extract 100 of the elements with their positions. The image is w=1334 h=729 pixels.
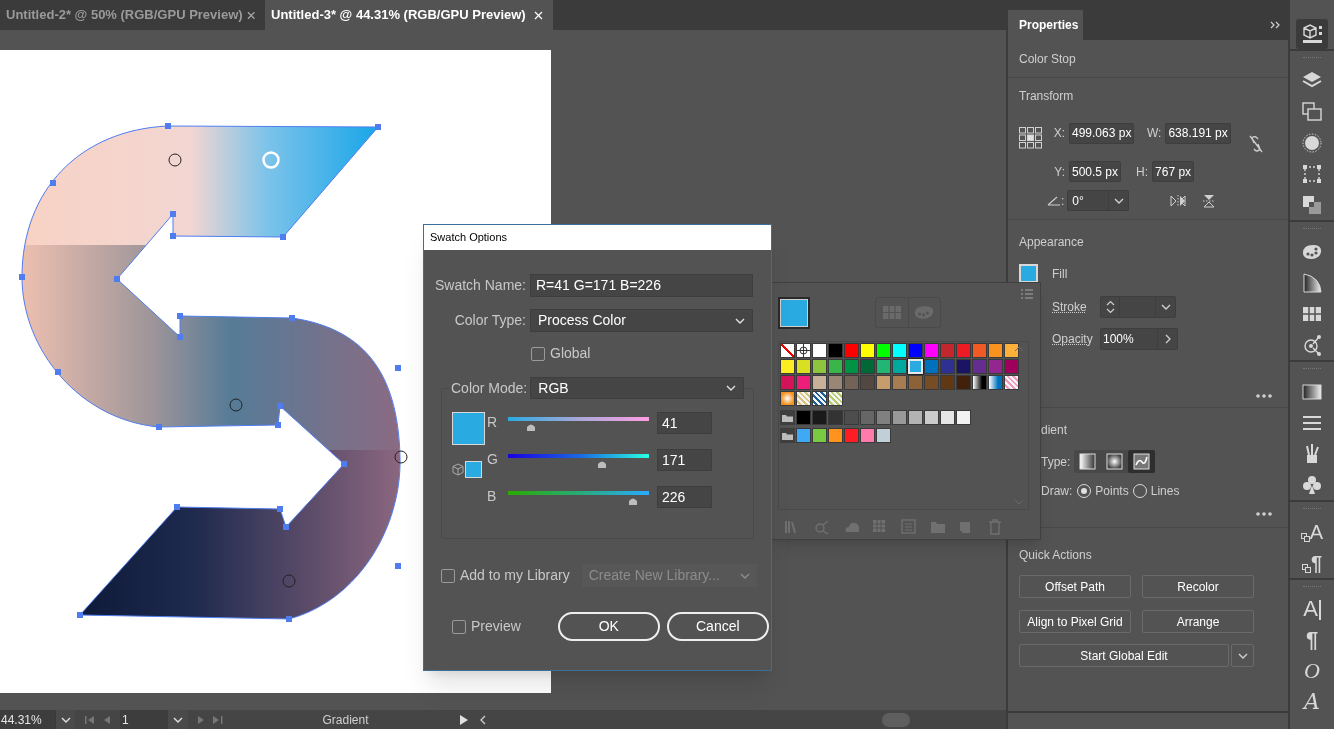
color-swatch[interactable] (796, 428, 811, 443)
color-swatch[interactable] (892, 375, 907, 390)
channel-value-field[interactable]: 171 (657, 449, 712, 471)
document-tab[interactable]: Untitled-3* @ 44.31% (RGB/GPU Preview) (265, 0, 553, 30)
color-swatch[interactable] (988, 375, 1003, 390)
input-field[interactable]: 767 px (1152, 161, 1195, 182)
color-swatch[interactable] (844, 428, 859, 443)
scroll-left-icon[interactable] (480, 714, 486, 725)
color-swatch[interactable] (956, 343, 971, 358)
color-swatch[interactable] (796, 359, 811, 374)
color-swatch[interactable] (1004, 359, 1019, 374)
color-swatch[interactable] (828, 428, 843, 443)
color-swatch[interactable] (828, 391, 843, 406)
color-slider[interactable] (508, 417, 649, 433)
quick-action-button[interactable]: Arrange (1142, 610, 1254, 633)
checkbox-label[interactable]: Global (550, 343, 591, 364)
gradient-type-button[interactable] (1128, 450, 1156, 473)
flip-vertical-icon[interactable] (1203, 193, 1216, 208)
slider-thumb[interactable] (525, 422, 536, 431)
swatch-name-field[interactable]: R=41 G=171 B=226 (530, 274, 753, 297)
folder-icon[interactable] (780, 410, 795, 425)
color-swatch[interactable] (876, 375, 891, 390)
chevron-right-icon[interactable] (1164, 334, 1171, 344)
stroke-label[interactable]: Stroke (1052, 298, 1100, 316)
channel-value-field[interactable]: 41 (657, 412, 712, 434)
circle-icon[interactable] (1300, 130, 1324, 155)
color-swatch[interactable] (828, 375, 843, 390)
chevron-down-icon[interactable] (1160, 304, 1171, 310)
radio-label[interactable]: Points (1095, 482, 1129, 500)
panel-tab[interactable]: Properties (1008, 10, 1083, 40)
input-field[interactable]: 500.5 px (1069, 161, 1122, 182)
dialog-button[interactable]: Cancel (666, 612, 769, 641)
color-swatch[interactable] (780, 391, 795, 406)
color-swatch[interactable] (972, 375, 987, 390)
checkbox-label[interactable]: Add to my Library (460, 565, 570, 586)
color-swatch[interactable] (812, 343, 827, 358)
quick-action-button[interactable]: Offset Path (1019, 575, 1131, 598)
quick-action-button[interactable]: Align to Pixel Grid (1019, 610, 1131, 633)
color-swatch[interactable] (908, 375, 923, 390)
color-swatch[interactable] (876, 343, 891, 358)
zoom-dropdown-icon[interactable] (60, 716, 71, 723)
chevron-down-icon[interactable] (1113, 197, 1124, 204)
color-swatch[interactable] (940, 359, 955, 374)
page-field[interactable]: 1 (120, 710, 168, 729)
page-dropdown-icon[interactable] (173, 716, 183, 723)
color-swatch[interactable] (780, 343, 795, 358)
color-swatch[interactable] (812, 391, 827, 406)
close-icon[interactable] (246, 10, 255, 20)
color-mode-dropdown[interactable]: RGB (530, 377, 745, 399)
color-swatch[interactable] (844, 375, 859, 390)
color-swatch[interactable] (988, 343, 1003, 358)
color-swatch[interactable] (844, 410, 859, 425)
color-swatch[interactable] (908, 410, 923, 425)
color-swatch[interactable] (812, 359, 827, 374)
color-slider[interactable] (508, 491, 649, 507)
panel-glyph-button[interactable]: A (1303, 597, 1321, 620)
color-swatch[interactable] (844, 343, 859, 358)
reference-point-icon[interactable] (1019, 127, 1042, 149)
color-swatch[interactable] (812, 428, 827, 443)
panel-glyph-button[interactable]: ¶ (1301, 552, 1323, 573)
folder-icon[interactable] (780, 428, 795, 443)
color-swatch[interactable] (940, 343, 955, 358)
flip-horizontal-icon[interactable] (1170, 194, 1187, 207)
panel-glyph-button[interactable]: O (1304, 659, 1320, 682)
angle-field[interactable]: 0° (1067, 190, 1130, 211)
color-swatch[interactable] (876, 410, 891, 425)
slider-thumb[interactable] (628, 496, 639, 505)
color-swatch[interactable] (1004, 343, 1019, 358)
color-swatch[interactable] (796, 343, 811, 358)
current-color-swatch[interactable] (778, 297, 810, 329)
global-edit-dropdown-icon[interactable] (1237, 652, 1248, 659)
color-swatch[interactable] (828, 343, 843, 358)
scroll-up-icon[interactable] (1014, 346, 1024, 352)
color-swatch[interactable] (924, 343, 939, 358)
global-edit-button[interactable]: Start Global Edit (1019, 644, 1229, 667)
color-swatch[interactable] (972, 359, 987, 374)
color-swatch[interactable] (956, 375, 971, 390)
color-swatch[interactable] (908, 343, 923, 358)
color-swatch[interactable] (988, 359, 1003, 374)
color-swatch[interactable] (956, 410, 971, 425)
color-swatch[interactable] (924, 410, 939, 425)
checkbox[interactable] (452, 619, 466, 634)
color-swatch[interactable] (924, 359, 939, 374)
cube-icon[interactable] (1296, 18, 1328, 49)
color-swatch[interactable] (860, 359, 875, 374)
more-options-icon[interactable] (1256, 512, 1272, 516)
color-swatch[interactable] (924, 375, 939, 390)
quick-action-button[interactable]: Recolor (1142, 575, 1254, 598)
opacity-field[interactable]: 100% (1100, 328, 1178, 350)
constrain-proportions-icon[interactable] (1248, 135, 1263, 153)
checkbox[interactable] (531, 346, 545, 361)
opacity-label[interactable]: Opacity (1052, 330, 1100, 348)
more-options-icon[interactable] (1256, 394, 1272, 398)
play-icon[interactable] (460, 714, 468, 725)
color-swatch[interactable] (892, 410, 907, 425)
color-swatch[interactable] (956, 359, 971, 374)
color-swatch[interactable] (796, 410, 811, 425)
color-slider[interactable] (508, 454, 649, 470)
color-swatch[interactable] (796, 391, 811, 406)
color-swatch[interactable] (892, 343, 907, 358)
